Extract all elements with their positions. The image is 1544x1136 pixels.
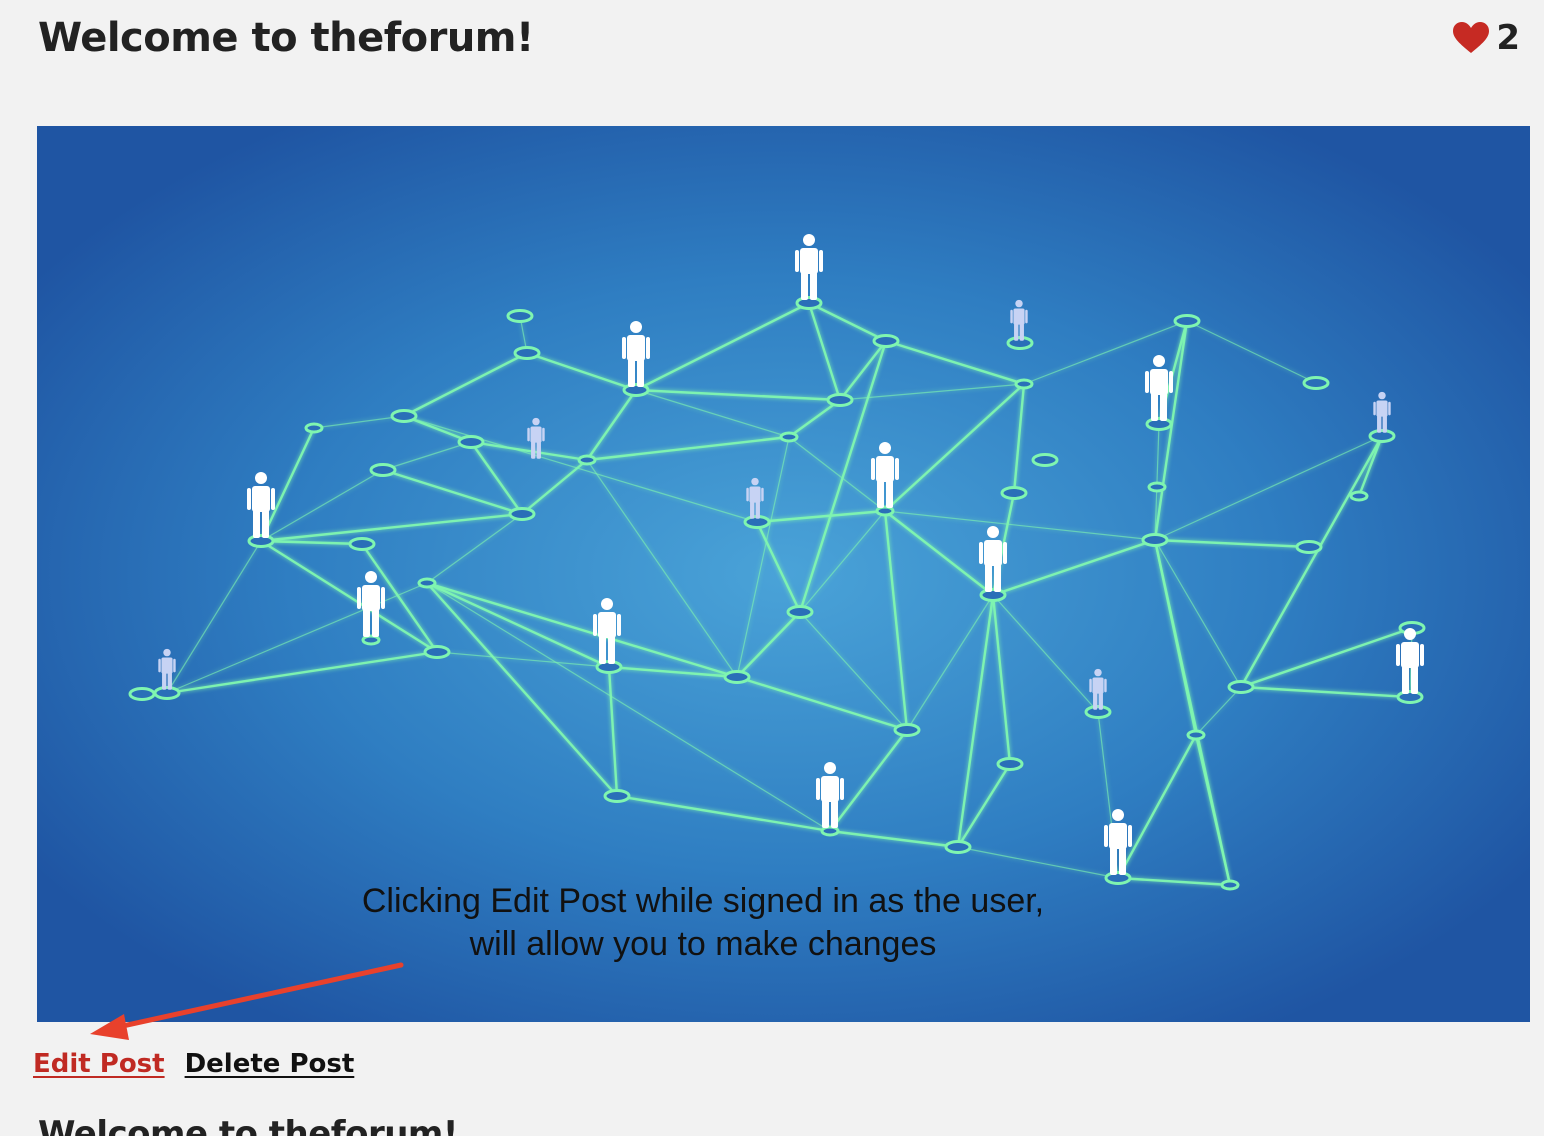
network-node (577, 454, 597, 466)
network-node (996, 757, 1024, 771)
like-count: 2 (1496, 18, 1520, 58)
network-node (369, 463, 397, 477)
heart-icon[interactable] (1452, 21, 1490, 55)
network-node (1368, 429, 1396, 443)
network-node (1141, 533, 1169, 547)
network-node (417, 577, 437, 589)
network-node (361, 634, 381, 646)
network-node (779, 431, 799, 443)
network-node (786, 605, 814, 619)
network-node (1000, 486, 1028, 500)
edit-post-link[interactable]: Edit Post (33, 1046, 165, 1082)
image-caption-line-2: will allow you to make changes (469, 925, 937, 963)
network-node (1302, 376, 1330, 390)
post-actions: Edit Post Delete Post (33, 1046, 354, 1082)
network-node (603, 789, 631, 803)
network-node (1186, 729, 1206, 741)
network-node (457, 435, 485, 449)
network-node (1145, 417, 1173, 431)
network-node (1227, 680, 1255, 694)
network-node (820, 825, 840, 837)
network-node (1396, 690, 1424, 704)
post-page: Welcome to theforum! 2 Clicking Edit Pos… (0, 0, 1544, 1136)
post-title: Welcome to theforum! (38, 15, 534, 61)
network-node (348, 537, 376, 551)
network-node (893, 723, 921, 737)
network-node (1349, 490, 1369, 502)
network-node (1014, 378, 1034, 390)
network-node (508, 507, 536, 521)
network-node (872, 334, 900, 348)
network-node (1220, 879, 1240, 891)
like-counter[interactable]: 2 (1452, 18, 1520, 58)
network-node (622, 383, 650, 397)
network-node (795, 296, 823, 310)
network-node (1084, 705, 1112, 719)
post-image: Clicking Edit Post while signed in as th… (37, 126, 1530, 1022)
network-node (1295, 540, 1323, 554)
network-node (128, 687, 156, 701)
network-node (247, 534, 275, 548)
network-node (1104, 871, 1132, 885)
image-caption-line-1: Clicking Edit Post while signed in as th… (362, 882, 1044, 920)
network-node (875, 505, 895, 517)
network-node (944, 840, 972, 854)
network-node (826, 393, 854, 407)
network-node (723, 670, 751, 684)
network-node (1173, 314, 1201, 328)
network-node (390, 409, 418, 423)
network-node (423, 645, 451, 659)
network-node (1147, 481, 1167, 493)
network-node (506, 309, 534, 323)
network-node (513, 346, 541, 360)
network-node (304, 422, 324, 434)
post-body-heading: Welcome to theforum! (38, 1114, 458, 1136)
delete-post-link[interactable]: Delete Post (185, 1046, 355, 1082)
network-node (979, 588, 1007, 602)
network-node (153, 686, 181, 700)
network-node (1031, 453, 1059, 467)
